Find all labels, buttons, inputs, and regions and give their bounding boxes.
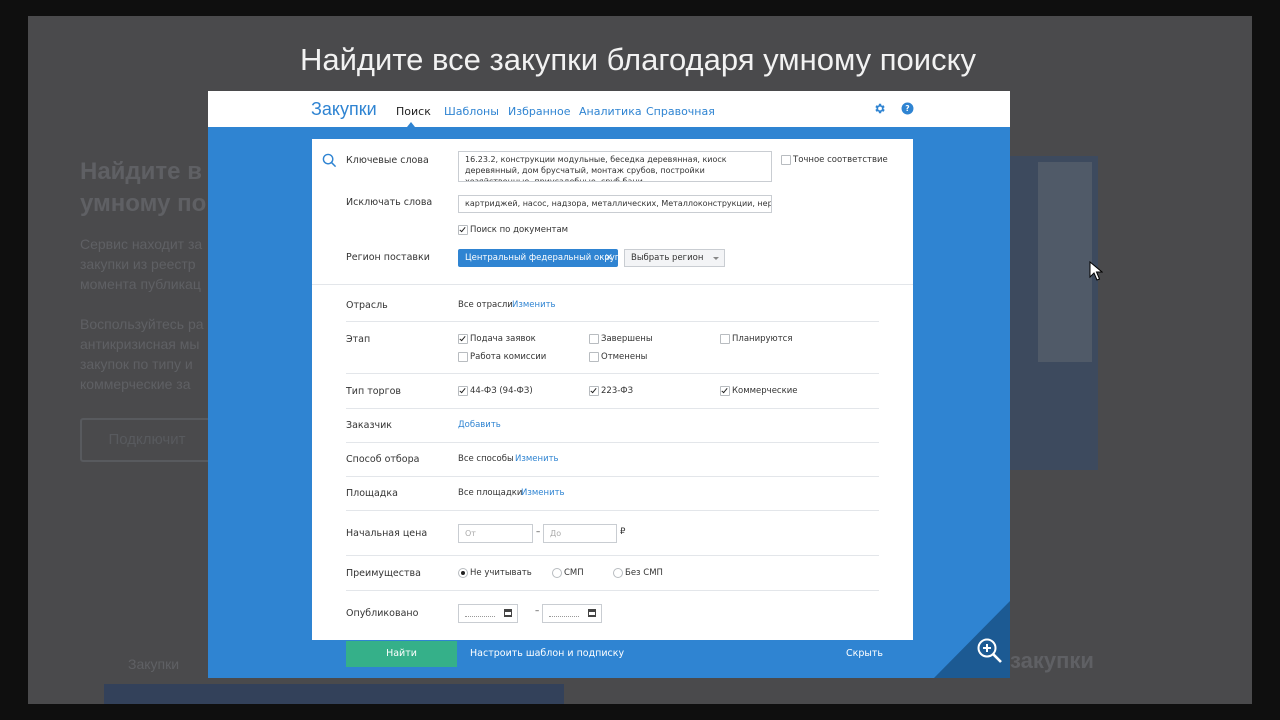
stage-planned-label: Планируются	[732, 334, 793, 344]
platform-change-link[interactable]: Изменить	[521, 488, 565, 498]
calendar-icon[interactable]	[504, 609, 512, 617]
published-to-date[interactable]	[542, 604, 602, 623]
stage-commission-label: Работа комиссии	[470, 352, 547, 362]
customer-label: Заказчик	[346, 420, 393, 431]
svg-text:?: ?	[905, 104, 909, 113]
chevron-down-icon	[713, 257, 719, 260]
trade-commercial-checkbox[interactable]	[720, 386, 730, 396]
divider	[312, 284, 913, 285]
industry-change-link[interactable]: Изменить	[512, 300, 556, 310]
search-form-card: Ключевые слова 16.23.2, конструкции моду…	[312, 139, 913, 640]
divider	[346, 408, 879, 409]
lightbox-image[interactable]: Закупки Поиск Шаблоны Избранное Аналитик…	[208, 91, 1010, 678]
stage-planned-checkbox[interactable]	[720, 334, 730, 344]
calendar-icon[interactable]	[588, 609, 596, 617]
background-bottom-bar	[104, 684, 564, 704]
search-docs-label: Поиск по документам	[470, 225, 569, 235]
help-icon[interactable]: ?	[900, 101, 914, 115]
exclude-input[interactable]: картриджей, насос, надзора, металлически…	[458, 195, 772, 213]
published-dash: –	[535, 606, 540, 616]
lightbox-headline: Найдите все закупки благодаря умному пои…	[299, 42, 977, 77]
divider	[346, 321, 879, 322]
exact-match-label: Точное соответствие	[793, 155, 888, 165]
stage-label: Этап	[346, 334, 371, 345]
background-right-title: закупки	[1010, 648, 1094, 673]
stage-completed-label: Завершены	[601, 334, 653, 344]
advantage-smp-label: СМП	[564, 568, 584, 578]
gear-icon[interactable]	[872, 101, 886, 115]
stage-commission-checkbox[interactable]	[458, 352, 468, 362]
tab-search[interactable]: Поиск	[396, 105, 431, 118]
divider	[346, 373, 879, 374]
platform-label: Площадка	[346, 488, 398, 499]
background-paragraph: Сервис находит за закупки из реестр моме…	[80, 236, 204, 392]
active-tab-indicator	[407, 122, 415, 127]
divider	[346, 442, 879, 443]
advantage-ignore-radio[interactable]	[458, 568, 468, 578]
price-label: Начальная цена	[346, 528, 428, 539]
close-icon[interactable]: ×	[605, 249, 613, 267]
trade-commercial-label: Коммерческие	[732, 386, 798, 396]
tab-reference[interactable]: Справочная	[646, 105, 715, 118]
trade-44fz-checkbox[interactable]	[458, 386, 468, 396]
region-chip[interactable]: Центральный федеральный округ ×	[458, 249, 618, 267]
exact-match-checkbox[interactable]	[781, 155, 791, 165]
background-bottom-tab: Закупки	[128, 656, 180, 672]
mouse-cursor-icon	[1089, 261, 1103, 281]
search-icon	[322, 153, 337, 168]
stage-submission-checkbox[interactable]	[458, 334, 468, 344]
advantages-label: Преимущества	[346, 568, 421, 579]
method-label: Способ отбора	[346, 454, 420, 465]
trade-type-label: Тип торгов	[346, 386, 401, 397]
zoom-in-icon[interactable]	[976, 637, 1004, 665]
customer-add-link[interactable]: Добавить	[458, 420, 501, 430]
advantage-smp-radio[interactable]	[552, 568, 562, 578]
tab-templates[interactable]: Шаблоны	[444, 105, 499, 118]
region-select[interactable]: Выбрать регион	[624, 249, 725, 267]
stage-submission-label: Подача заявок	[470, 334, 536, 344]
stage-cancelled-label: Отменены	[601, 352, 648, 362]
method-value: Все способы	[458, 454, 514, 464]
trade-223fz-label: 223-ФЗ	[601, 386, 634, 396]
find-button[interactable]: Найти	[346, 641, 457, 667]
exclude-label: Исключать слова	[346, 197, 433, 208]
platform-value: Все площадки	[458, 488, 523, 498]
background-subscribe-button: Подключит	[80, 418, 214, 462]
background-screenshot-inner	[1038, 162, 1092, 362]
advantage-no-smp-label: Без СМП	[625, 568, 663, 578]
divider	[346, 476, 879, 477]
trade-44fz-label: 44-ФЗ (94-ФЗ)	[470, 386, 533, 396]
keywords-label: Ключевые слова	[346, 155, 429, 166]
price-dash: –	[536, 527, 541, 537]
stage-cancelled-checkbox[interactable]	[589, 352, 599, 362]
currency-label: ₽	[620, 527, 626, 537]
tab-favorites[interactable]: Избранное	[508, 105, 570, 118]
industry-value: Все отрасли	[458, 300, 513, 310]
hide-link[interactable]: Скрыть	[846, 648, 883, 659]
app-top-bar: Закупки Поиск Шаблоны Избранное Аналитик…	[208, 91, 1010, 127]
stage-completed-checkbox[interactable]	[589, 334, 599, 344]
search-docs-checkbox[interactable]	[458, 225, 468, 235]
tab-analytics[interactable]: Аналитика	[579, 105, 642, 118]
industry-label: Отрасль	[346, 300, 388, 311]
advantage-ignore-label: Не учитывать	[470, 568, 532, 578]
configure-template-link[interactable]: Настроить шаблон и подписку	[470, 648, 624, 659]
method-change-link[interactable]: Изменить	[515, 454, 559, 464]
region-chip-label: Центральный федеральный округ	[465, 253, 618, 263]
published-from-date[interactable]	[458, 604, 518, 623]
divider	[346, 590, 879, 591]
advantage-no-smp-radio[interactable]	[613, 568, 623, 578]
price-to-input[interactable]: До	[543, 524, 617, 543]
divider	[346, 510, 879, 511]
region-label: Регион поставки	[346, 252, 430, 263]
keywords-input[interactable]: 16.23.2, конструкции модульные, беседка …	[458, 151, 772, 182]
trade-223fz-checkbox[interactable]	[589, 386, 599, 396]
price-from-input[interactable]: От	[458, 524, 533, 543]
region-select-label: Выбрать регион	[631, 253, 704, 263]
divider	[346, 555, 879, 556]
published-label: Опубликовано	[346, 608, 419, 619]
app-logo[interactable]: Закупки	[311, 99, 377, 120]
background-heading: Найдите в умному по	[80, 158, 207, 217]
